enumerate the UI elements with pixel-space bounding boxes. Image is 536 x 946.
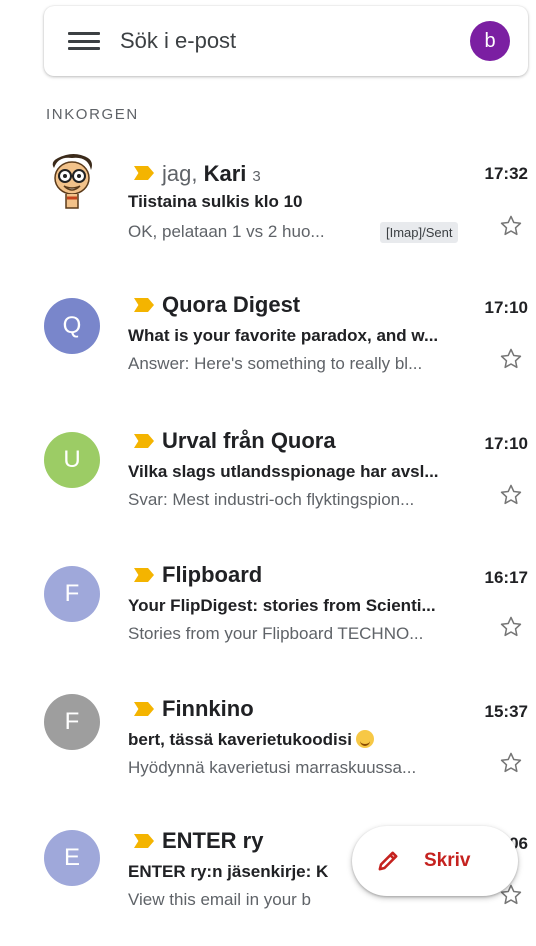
compose-button[interactable]: Skriv xyxy=(352,826,518,896)
star-icon[interactable] xyxy=(498,750,524,776)
star-icon[interactable] xyxy=(498,213,524,239)
mail-snippet: Answer: Here's something to really bl... xyxy=(128,354,423,373)
mail-subject: Your FlipDigest: stories from Scienti... xyxy=(128,596,436,615)
importance-marker-icon[interactable] xyxy=(134,298,154,312)
smiling-emoji-icon xyxy=(355,730,374,748)
importance-marker-icon[interactable] xyxy=(134,834,154,848)
mail-subject: ENTER ry:n jäsenkirje: K xyxy=(128,862,329,881)
mail-time: 17:32 xyxy=(484,164,528,183)
sender-avatar[interactable]: Q xyxy=(44,298,100,354)
mail-row[interactable]: F Flipboard 16:17 Your FlipDigest: stori… xyxy=(0,560,536,680)
sender-name: Finnkino xyxy=(162,696,254,721)
star-icon[interactable] xyxy=(498,614,524,640)
mail-row[interactable]: F Finnkino 15:37 bert, tässä kaverietuko… xyxy=(0,694,536,814)
mail-row[interactable]: Q Quora Digest 17:10 What is your favori… xyxy=(0,290,536,410)
mail-snippet: Svar: Mest industri-och flyktingspion... xyxy=(128,490,415,509)
star-icon[interactable] xyxy=(498,346,524,372)
mail-time: 16:17 xyxy=(484,568,528,587)
sender-name: jag, Kari 3 xyxy=(162,161,261,186)
sender-name: ENTER ry xyxy=(162,828,264,853)
importance-marker-icon[interactable] xyxy=(134,568,154,582)
mail-time: 15:37 xyxy=(484,702,528,721)
mail-snippet: View this email in your b xyxy=(128,890,311,909)
star-icon[interactable] xyxy=(498,482,524,508)
mail-subject: Tiistaina sulkis klo 10 xyxy=(128,192,303,211)
sender-avatar[interactable]: E xyxy=(44,830,100,886)
mail-snippet: Hyödynnä kaverietusi marraskuussa... xyxy=(128,758,417,777)
mail-time: 17:10 xyxy=(484,434,528,453)
importance-marker-icon[interactable] xyxy=(134,702,154,716)
pencil-icon xyxy=(378,851,398,871)
sender-name: Urval från Quora xyxy=(162,428,336,453)
search-bar[interactable]: Sök i e-post b xyxy=(44,6,528,76)
importance-marker-icon[interactable] xyxy=(134,434,154,448)
search-input[interactable]: Sök i e-post xyxy=(120,28,470,54)
mail-time: 17:10 xyxy=(484,298,528,317)
hamburger-menu-icon[interactable] xyxy=(68,29,100,53)
mail-snippet: Stories from your Flipboard TECHNO... xyxy=(128,624,424,643)
importance-marker-icon[interactable] xyxy=(134,166,154,180)
mail-subject: Vilka slags utlandsspionage har avsl... xyxy=(128,462,439,481)
mail-label-chip: [Imap]/Sent xyxy=(380,222,459,243)
account-avatar[interactable]: b xyxy=(470,21,510,61)
compose-label: Skriv xyxy=(424,850,471,871)
sender-name: Quora Digest xyxy=(162,292,301,317)
mail-snippet: OK, pelataan 1 vs 2 huo... xyxy=(128,222,325,241)
mail-row[interactable]: U Urval från Quora 17:10 Vilka slags utl… xyxy=(0,426,536,546)
cartoon-avatar-icon[interactable] xyxy=(44,154,100,210)
inbox-section-label: INKORGEN xyxy=(46,106,139,123)
sender-avatar[interactable]: F xyxy=(44,566,100,622)
mail-subject: What is your favorite paradox, and w... xyxy=(128,326,439,345)
sender-avatar[interactable]: F xyxy=(44,694,100,750)
mail-subject: bert, tässä kaverietukoodisi xyxy=(128,730,488,750)
sender-avatar[interactable]: U xyxy=(44,432,100,488)
mail-row[interactable]: jag, Kari 3 17:32 Tiistaina sulkis klo 10… xyxy=(0,150,536,270)
sender-name: Flipboard xyxy=(162,562,263,587)
